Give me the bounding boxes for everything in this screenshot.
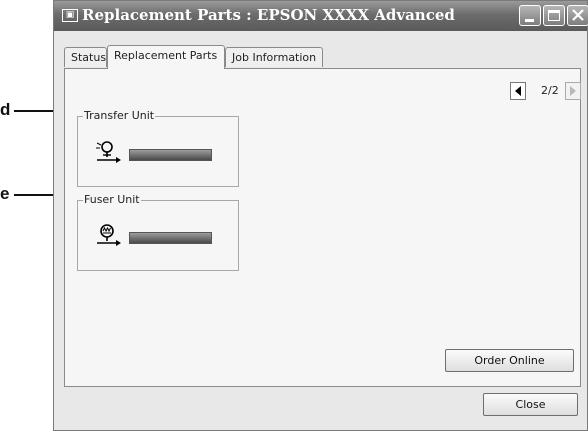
callout-e: e bbox=[0, 184, 10, 203]
tab-replacement-parts[interactable]: Replacement Parts bbox=[107, 45, 225, 69]
maximize-button[interactable] bbox=[543, 5, 565, 26]
replacement-parts-window: ▣ Replacement Parts : EPSON XXXX Advance… bbox=[53, 0, 588, 431]
transfer-unit-level-bar bbox=[129, 149, 212, 161]
fuser-unit-level-bar bbox=[129, 232, 212, 244]
fuser-unit-group: Fuser Unit bbox=[77, 193, 239, 271]
transfer-unit-icon bbox=[96, 141, 121, 163]
triangle-left-icon bbox=[515, 86, 521, 96]
transfer-unit-group: Transfer Unit bbox=[77, 109, 239, 187]
close-window-button[interactable] bbox=[567, 5, 588, 26]
transfer-unit-label: Transfer Unit bbox=[83, 109, 156, 122]
close-button[interactable]: Close bbox=[483, 393, 578, 416]
tab-job-information[interactable]: Job Information bbox=[225, 47, 323, 67]
page-indicator: 2/2 bbox=[541, 84, 559, 97]
fuser-unit-icon bbox=[97, 224, 121, 246]
pager: 2/2 bbox=[510, 82, 581, 102]
minimize-button[interactable] bbox=[519, 5, 541, 26]
tab-status[interactable]: Status bbox=[64, 47, 107, 67]
maximize-icon bbox=[548, 10, 560, 21]
previous-page-button[interactable] bbox=[510, 82, 526, 100]
fuser-unit-label: Fuser Unit bbox=[83, 193, 141, 206]
next-page-button[interactable] bbox=[565, 82, 581, 100]
replacement-parts-panel: 2/2 Transfer Unit Fuser Unit Order Onlin… bbox=[64, 68, 581, 387]
callout-d: d bbox=[0, 100, 11, 119]
window-title: Replacement Parts : EPSON XXXX Advanced bbox=[82, 6, 455, 24]
order-online-button[interactable]: Order Online bbox=[445, 349, 574, 372]
printer-icon: ▣ bbox=[62, 9, 78, 22]
close-icon bbox=[572, 9, 584, 21]
triangle-right-icon bbox=[570, 86, 576, 96]
minimize-icon bbox=[525, 19, 534, 22]
title-bar[interactable]: ▣ Replacement Parts : EPSON XXXX Advance… bbox=[54, 1, 588, 31]
